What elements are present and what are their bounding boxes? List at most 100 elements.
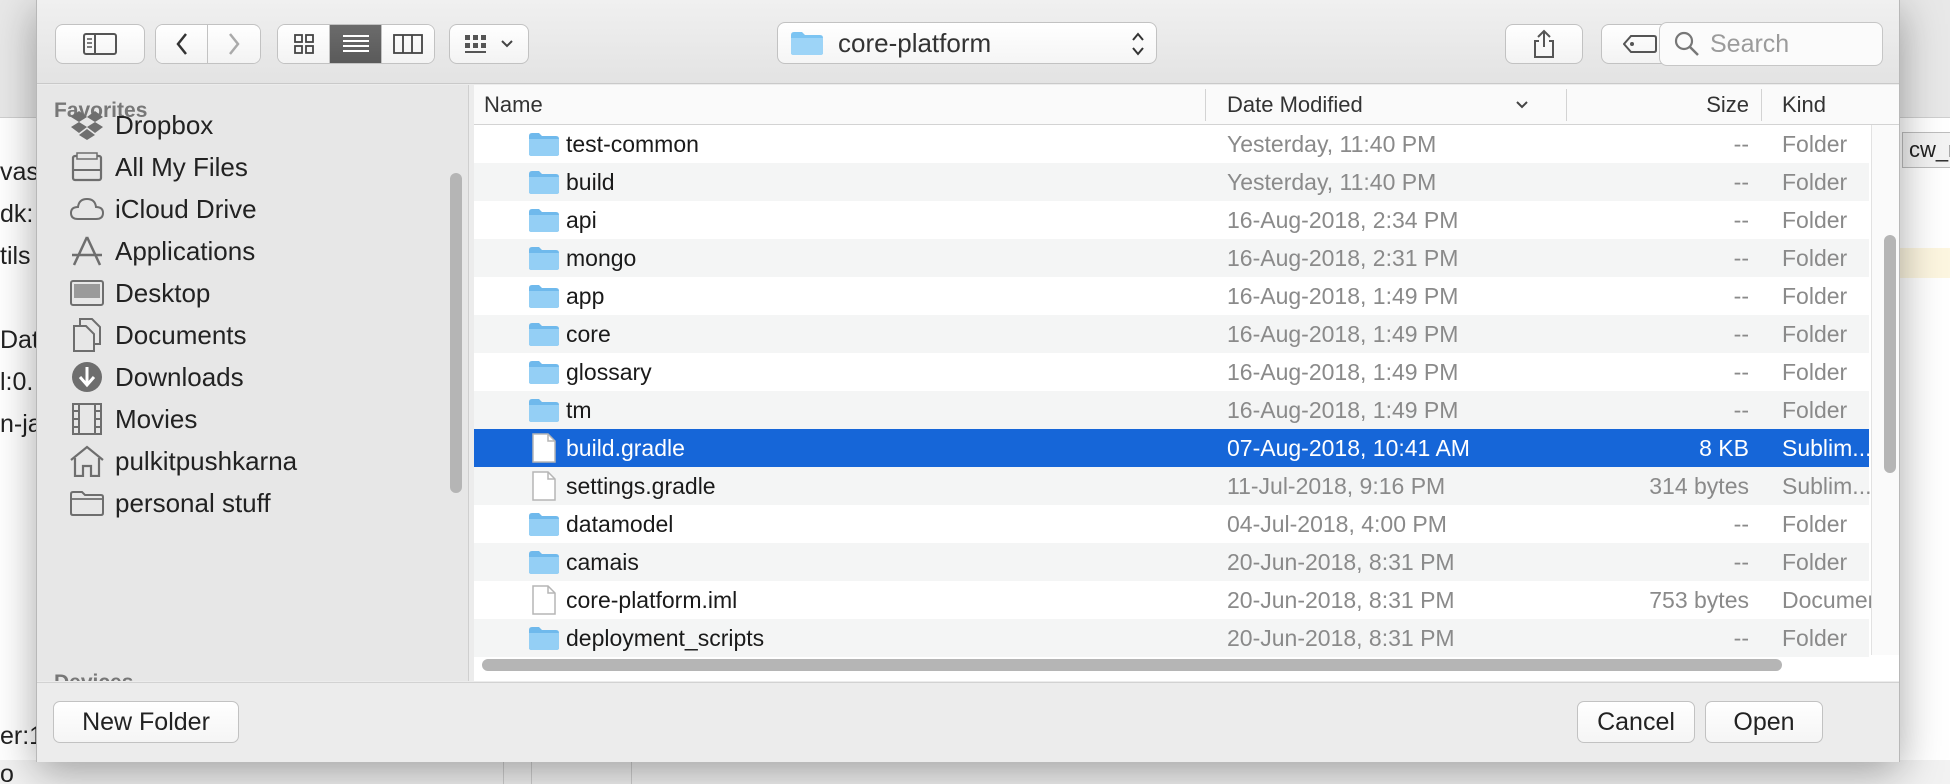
arrange-icon	[465, 35, 486, 53]
file-list-header: Name Date Modified Size Kind	[474, 85, 1899, 125]
file-size: 753 bytes	[1649, 586, 1749, 613]
sidebar-item-label: Desktop	[115, 277, 211, 308]
date-modified: 16-Aug-2018, 1:49 PM	[1227, 358, 1459, 385]
sidebar-scrollbar[interactable]	[450, 173, 462, 493]
sidebar-toggle-button[interactable]	[55, 24, 145, 64]
folder-icon	[791, 32, 823, 55]
folder-icon	[528, 280, 560, 312]
sidebar-item-label: personal stuff	[115, 487, 271, 518]
table-row[interactable]: deployment_scripts 20-Jun-2018, 8:31 PM --…	[474, 619, 1869, 657]
sidebar-item-desktop[interactable]: Desktop	[69, 273, 210, 313]
table-row[interactable]: settings.gradle 11-Jul-2018, 9:16 PM 314 b…	[474, 467, 1872, 505]
sidebar-item-home[interactable]: pulkitpushkarna	[69, 441, 297, 481]
file-name: app	[566, 282, 605, 309]
file-kind: Document	[1782, 586, 1872, 613]
arrange-button[interactable]	[449, 24, 529, 64]
share-button[interactable]	[1505, 24, 1583, 64]
chevron-down-icon	[501, 40, 513, 48]
search-input[interactable]	[1710, 29, 1860, 59]
file-name: datamodel	[566, 510, 674, 537]
background-text-fragment: Dat	[0, 326, 39, 354]
sidebar-item-label: pulkitpushkarna	[115, 445, 298, 476]
table-row[interactable]: core 16-Aug-2018, 1:49 PM -- Folder	[474, 315, 1869, 353]
sidebar-item-documents[interactable]: Documents	[69, 315, 247, 355]
search-field[interactable]	[1659, 22, 1883, 66]
file-name: tm	[566, 396, 592, 423]
sidebar-item-dropbox[interactable]: Dropbox	[69, 105, 213, 145]
column-view-button[interactable]	[382, 25, 434, 63]
icon-view-button[interactable]	[278, 25, 330, 63]
back-button[interactable]	[156, 25, 208, 63]
file-size: --	[1733, 510, 1749, 537]
background-text-fragment: tils	[0, 242, 31, 270]
view-mode-segment	[277, 24, 435, 64]
sidebar-item-personal-stuff[interactable]: personal stuff	[69, 483, 271, 523]
column-header-kind[interactable]: Kind	[1782, 85, 1826, 125]
home-icon	[69, 443, 105, 479]
column-header-size[interactable]: Size	[1567, 85, 1749, 125]
column-header-name[interactable]: Name	[484, 85, 543, 125]
chevron-right-icon	[229, 33, 240, 55]
table-row[interactable]: test-common Yesterday, 11:40 PM -- Folder	[474, 125, 1869, 163]
date-modified: 20-Jun-2018, 8:31 PM	[1227, 586, 1455, 613]
location-label: core-platform	[838, 27, 992, 58]
open-button[interactable]: Open	[1705, 701, 1823, 743]
vertical-scrollbar[interactable]	[1884, 235, 1896, 473]
sidebar-item-all-my-files[interactable]: All My Files	[69, 147, 248, 187]
file-size: --	[1733, 282, 1749, 309]
file-kind: Sublim...un	[1782, 472, 1872, 499]
folder-icon	[528, 546, 560, 578]
folder-icon	[528, 318, 560, 350]
grid-icon	[293, 34, 314, 54]
new-folder-button[interactable]: New Folder	[53, 701, 239, 743]
table-row[interactable]: datamodel 04-Jul-2018, 4:00 PM -- Folder	[474, 505, 1869, 543]
file-size: 314 bytes	[1649, 472, 1749, 499]
folder-icon	[528, 356, 560, 388]
file-name: mongo	[566, 244, 637, 271]
date-modified: 16-Aug-2018, 2:34 PM	[1227, 206, 1459, 233]
file-rows: test-common Yesterday, 11:40 PM -- Folder bu…	[474, 125, 1872, 657]
sidebar-item-downloads[interactable]: Downloads	[69, 357, 244, 397]
sidebar-item-label: Downloads	[115, 361, 244, 392]
column-divider[interactable]	[1761, 89, 1762, 121]
table-row[interactable]: app 16-Aug-2018, 1:49 PM -- Folder	[474, 277, 1869, 315]
background-bottom	[0, 760, 1950, 784]
table-row[interactable]: api 16-Aug-2018, 2:34 PM -- Folder	[474, 201, 1869, 239]
folder-icon	[528, 508, 560, 540]
forward-button[interactable]	[208, 25, 260, 63]
sidebar-item-movies[interactable]: Movies	[69, 399, 197, 439]
location-popup[interactable]: core-platform	[777, 22, 1157, 64]
table-row[interactable]: camais 20-Jun-2018, 8:31 PM -- Folder	[474, 543, 1869, 581]
column-header-date-modified[interactable]: Date Modified	[1227, 85, 1537, 125]
file-size: --	[1733, 624, 1749, 651]
table-row[interactable]: tm 16-Aug-2018, 1:49 PM -- Folder	[474, 391, 1869, 429]
file-kind: Folder	[1782, 206, 1848, 233]
sidebar-item-icloud-drive[interactable]: iCloud Drive	[69, 189, 257, 229]
file-size: --	[1733, 358, 1749, 385]
sidebar-item-label: iCloud Drive	[115, 193, 257, 224]
table-row-selected[interactable]: build.gradle 07-Aug-2018, 10:41 AM 8 KB Sub…	[474, 429, 1872, 467]
file-kind: Folder	[1782, 130, 1848, 157]
dialog-toolbar: core-platform	[37, 0, 1899, 84]
navigation-buttons	[155, 24, 261, 64]
column-header-label: Date Modified	[1227, 92, 1363, 117]
share-icon	[1534, 29, 1554, 58]
date-modified: 16-Aug-2018, 2:31 PM	[1227, 244, 1459, 271]
horizontal-scrollbar[interactable]	[482, 659, 1782, 671]
folder-icon	[528, 204, 560, 236]
background-text-fragment: l:0.	[0, 368, 34, 396]
applications-icon	[69, 233, 105, 269]
file-name: build.gradle	[566, 434, 685, 461]
document-icon	[528, 470, 560, 502]
cancel-button[interactable]: Cancel	[1577, 701, 1695, 743]
table-row[interactable]: core-platform.iml 20-Jun-2018, 8:31 PM 753…	[474, 581, 1872, 619]
file-size: --	[1733, 320, 1749, 347]
column-divider[interactable]	[1205, 89, 1206, 121]
sidebar-item-label: Applications	[115, 235, 256, 266]
list-view-button[interactable]	[330, 25, 382, 63]
table-row[interactable]: build Yesterday, 11:40 PM -- Folder	[474, 163, 1869, 201]
sidebar-item-applications[interactable]: Applications	[69, 231, 255, 271]
table-row[interactable]: mongo 16-Aug-2018, 2:31 PM -- Folder	[474, 239, 1869, 277]
file-kind: Folder	[1782, 358, 1848, 385]
table-row[interactable]: glossary 16-Aug-2018, 1:49 PM -- Folder	[474, 353, 1869, 391]
